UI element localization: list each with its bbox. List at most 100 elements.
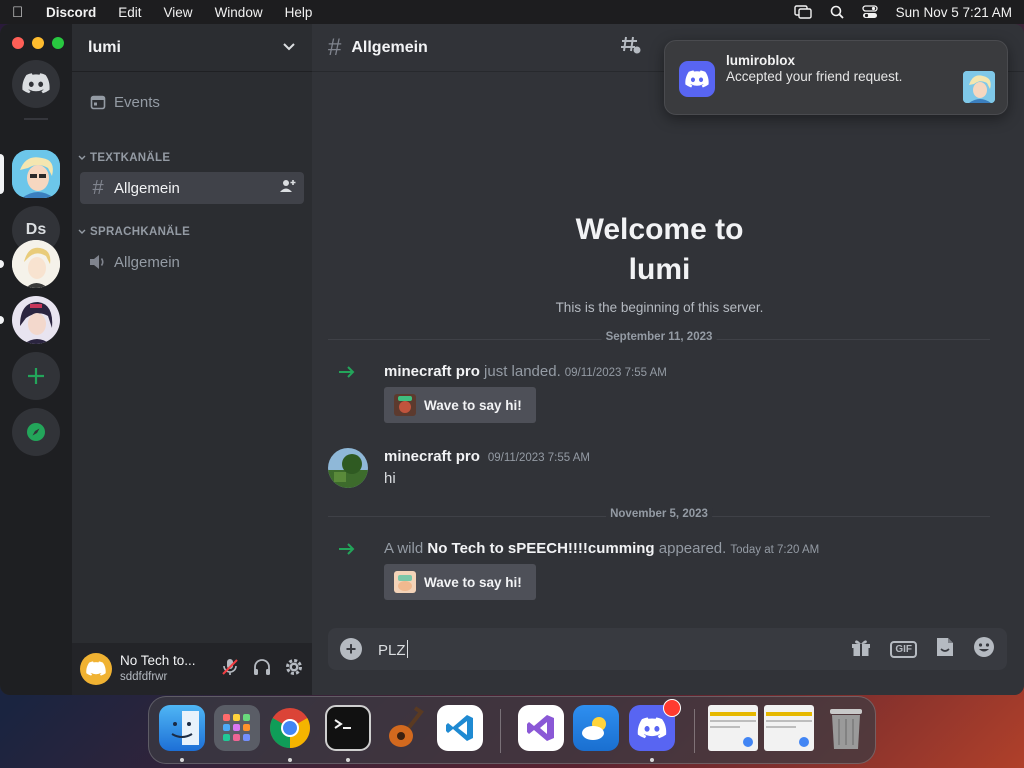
menu-edit[interactable]: Edit [118,5,141,20]
mute-microphone-icon[interactable] [220,657,240,682]
anime-character-icon-2 [12,296,60,344]
dock-separator [500,709,501,753]
message-author[interactable]: minecraft pro [384,448,480,465]
friend-request-notification[interactable]: lumiroblox Accepted your friend request. [664,40,1008,115]
rail-separator [24,118,48,120]
gift-icon[interactable] [850,637,872,662]
apple-menu-icon[interactable]:  [12,4,30,21]
headphones-icon[interactable] [252,657,272,682]
join-arrow-icon [338,365,356,384]
text-channels-category[interactable]: TEXTKANÄLE [78,152,170,164]
threads-icon[interactable] [620,35,642,60]
events-label: Events [114,93,160,111]
gif-picker-button[interactable]: GIF [890,640,917,658]
user-avatar[interactable] [80,653,112,685]
discord-logo-icon [685,69,709,87]
message-timestamp: 09/11/2023 7:55 AM [487,452,590,464]
macos-dock [148,696,876,764]
dock-vscode[interactable] [437,705,483,751]
user-display-name: No Tech to... [120,653,196,668]
wave-button-2[interactable]: Wave to say hi! [384,564,536,600]
dock-separator-2 [694,709,695,753]
minimize-window-button[interactable] [32,37,44,49]
voice-channels-category[interactable]: SPRACHKANÄLE [78,226,190,238]
message-author-avatar[interactable] [328,448,368,488]
settings-gear-icon[interactable] [284,657,304,682]
visual-studio-icon [527,715,554,741]
dock-visual-studio[interactable] [518,705,564,751]
zoom-window-button[interactable] [52,37,64,49]
calendar-icon [88,94,108,110]
dock-trash[interactable] [823,705,869,751]
text-channel-label: Allgemein [114,179,180,197]
system-message-user[interactable]: minecraft pro [384,363,480,380]
control-center-icon[interactable] [862,5,878,19]
menu-clock[interactable]: Sun Nov 5 7:21 AM [896,5,1012,20]
guild-header[interactable]: lumi [72,24,312,72]
guitar-icon [389,706,424,747]
discord-default-avatar-icon [86,661,106,676]
dock-minimized-chrome-2[interactable] [764,705,814,751]
dock-minimized-chrome-1[interactable] [708,705,758,751]
voice-channel-allgemein[interactable]: Allgemein [80,246,304,278]
server-anime-1[interactable] [12,240,60,288]
message-input-value: PLZ [378,641,406,659]
direct-messages-button[interactable] [12,60,60,108]
compass-icon [27,423,45,441]
message-input[interactable]: PLZ [378,639,408,659]
welcome-subtitle: This is the beginning of this server. [555,300,764,315]
channel-header-title: Allgemein [351,38,428,56]
server-anime-2[interactable] [12,296,60,344]
hashtag-icon: # [328,33,342,61]
dock-running-dot [288,758,292,762]
dock-running-dot [650,758,654,762]
chevron-down-small-icon [78,229,86,234]
terminal-icon [334,719,351,729]
welcome-line2: lumi [628,253,691,286]
wave-button[interactable]: Wave to say hi! [384,387,536,423]
user-avatar-thumbnail-icon [963,71,995,103]
chevron-down-small-icon [78,155,86,160]
spotlight-search-icon[interactable] [830,5,844,19]
system-message-timestamp-2: Today at 7:20 AM [730,544,820,556]
message-header: minecraft pro 09/11/2023 7:55 AM [384,448,590,465]
notification-badge [663,699,681,717]
system-message-user-2[interactable]: No Tech to sPEECH!!!!cumming [427,540,654,557]
server-lumi[interactable] [12,150,60,198]
channel-sidebar: lumi Events TEXTKANÄLE # Allgemein SPRAC… [72,24,312,695]
dock-chrome[interactable] [267,705,313,751]
menu-view[interactable]: View [164,5,193,20]
emoji-picker-icon[interactable] [973,636,995,663]
menu-app-name[interactable]: Discord [46,5,96,20]
system-message-timestamp: 09/11/2023 7:55 AM [564,367,667,379]
attach-plus-icon[interactable]: + [340,638,362,660]
system-message-join-2: A wild No Tech to sPEECH!!!!cumming appe… [384,540,819,557]
user-names[interactable]: No Tech to... sddfdfrwr [120,653,196,685]
create-invite-icon[interactable] [280,179,296,197]
events-link[interactable]: Events [80,86,304,118]
date-divider-2: November 5, 2023 [328,508,990,520]
date-divider: September 11, 2023 [328,331,990,343]
close-window-button[interactable] [12,37,24,49]
dock-launchpad[interactable] [214,705,260,751]
dock-garageband[interactable] [382,705,428,751]
wave-button-label-2: Wave to say hi! [424,574,522,590]
dock-discord[interactable] [629,699,681,751]
menu-help[interactable]: Help [285,5,313,20]
menu-window[interactable]: Window [215,5,263,20]
dock-finder[interactable] [159,705,205,751]
wave-sticker-icon [394,394,416,416]
dock-running-dot [346,758,350,762]
anime-character-icon [12,240,60,288]
sticker-icon[interactable] [935,636,955,663]
dock-weather[interactable] [573,705,619,751]
weather-icon [582,717,606,740]
user-panel: No Tech to... sddfdfrwr [72,643,312,695]
add-server-button[interactable] [12,352,60,400]
dock-terminal[interactable] [325,705,371,751]
text-channel-allgemein[interactable]: # Allgemein [80,172,304,204]
explore-servers-button[interactable] [12,408,60,456]
screen-mirroring-icon[interactable] [793,5,812,19]
wave-sticker-icon-2 [394,571,416,593]
welcome-heading: Welcome to lumi [312,210,1007,290]
